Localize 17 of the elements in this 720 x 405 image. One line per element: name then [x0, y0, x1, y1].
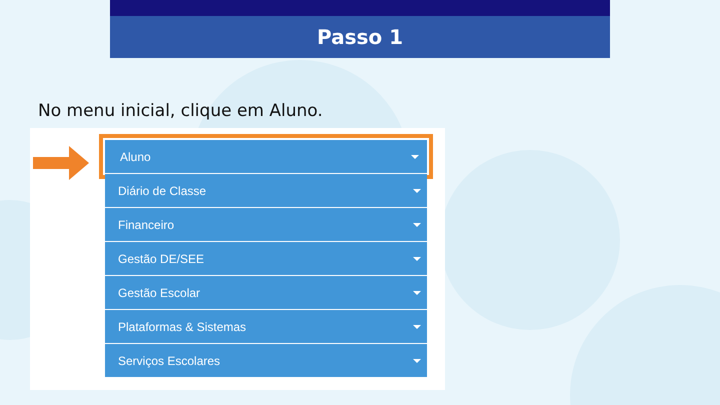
menu-item[interactable]: Aluno	[103, 138, 429, 175]
menu-item[interactable]: Diário de Classe	[105, 174, 427, 207]
caret-icon	[411, 154, 419, 158]
caret-icon	[413, 256, 421, 260]
caret-icon	[413, 188, 421, 192]
menu-item[interactable]: Gestão Escolar	[105, 276, 427, 309]
slide-title: Passo 1	[110, 16, 610, 58]
menu-item[interactable]: Financeiro	[105, 208, 427, 241]
menu-item[interactable]: Serviços Escolares	[105, 344, 427, 377]
caret-icon	[413, 358, 421, 362]
caret-icon	[413, 290, 421, 294]
menu-item[interactable]: Plataformas & Sistemas	[105, 310, 427, 343]
caret-icon	[413, 222, 421, 226]
arrow-icon	[33, 146, 89, 180]
instruction-text: No menu inicial, clique em Aluno.	[38, 100, 324, 123]
caret-icon	[413, 324, 421, 328]
menu-item[interactable]: Gestão DE/SEE	[105, 242, 427, 275]
